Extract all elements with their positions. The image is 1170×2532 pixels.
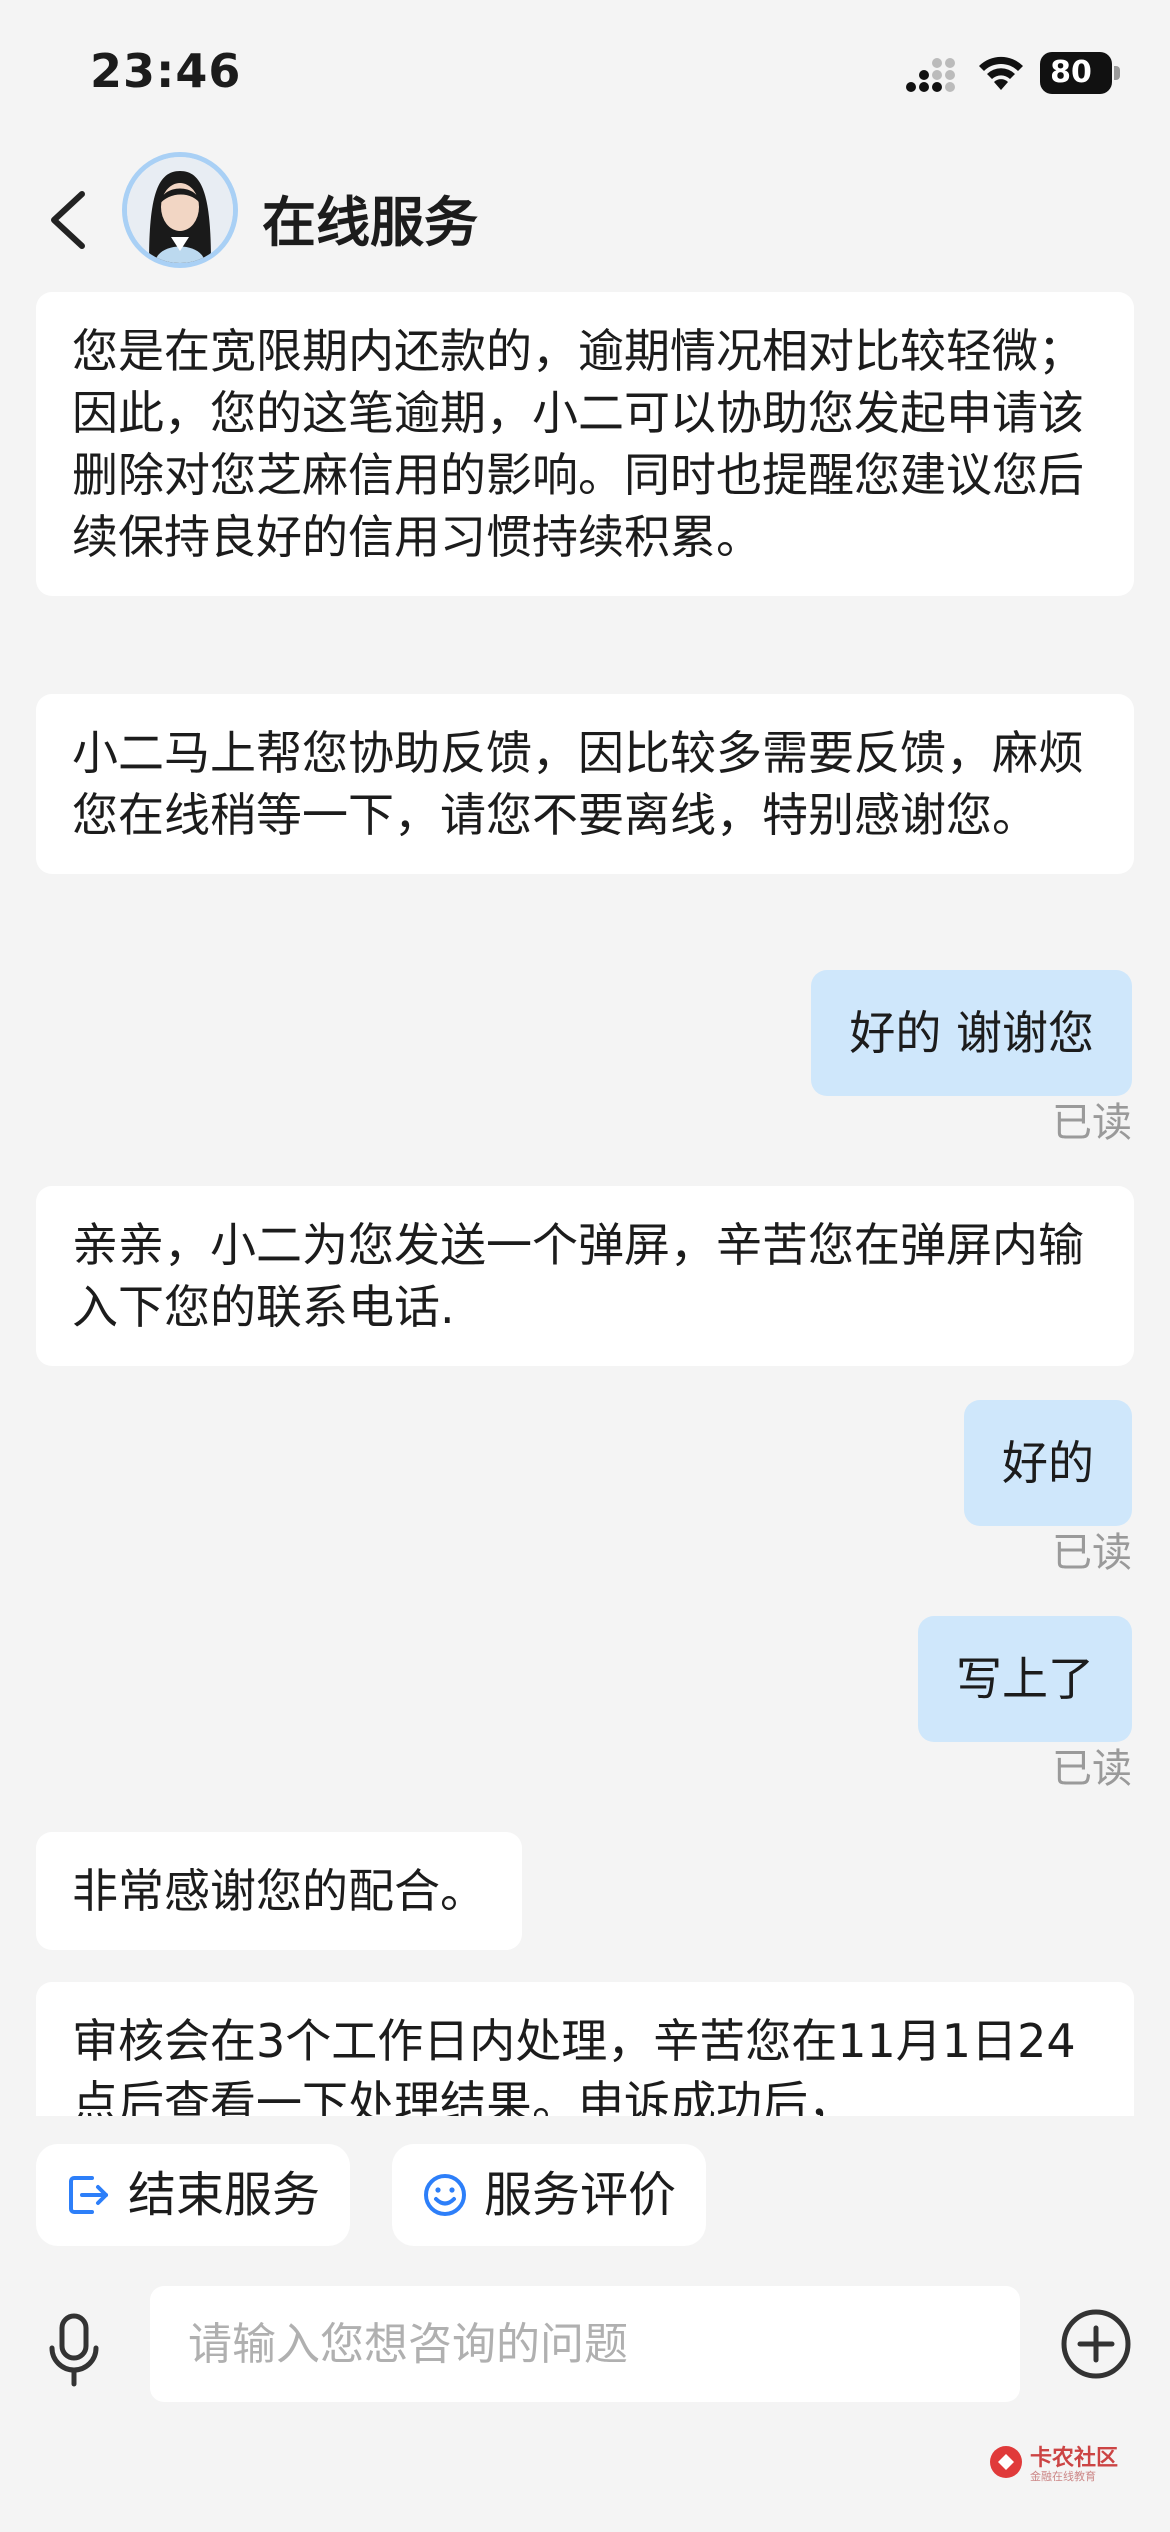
chat-screen: 23:46 80 在线服务 您是在宽限期内还款的，逾期情况相对比较轻微；因此，您… <box>0 0 1170 2532</box>
agent-message: 亲亲，小二为您发送一个弹屏，辛苦您在弹屏内输入下您的联系电话. <box>36 1186 1134 1366</box>
smile-icon <box>424 2174 466 2216</box>
watermark-logo-icon <box>990 2446 1022 2478</box>
plus-circle-icon[interactable] <box>1060 2308 1132 2380</box>
signal-icon <box>906 58 955 92</box>
agent-message: 小二马上帮您协助反馈，因比较多需要反馈，麻烦您在线稍等一下，请您不要离线，特别感… <box>36 694 1134 874</box>
watermark: 卡农社区 金融在线教育 <box>988 2440 1148 2490</box>
user-message: 好的 <box>964 1400 1132 1526</box>
agent-message: 审核会在3个工作日内处理，辛苦您在11月1日24点后查看一下处理结果。申诉成功后… <box>36 1982 1134 2116</box>
exit-icon <box>69 2176 108 2214</box>
battery-level: 80 <box>1050 55 1092 90</box>
wifi-icon <box>979 56 1023 90</box>
read-receipt: 已读 <box>1052 1530 1132 1576</box>
page-title: 在线服务 <box>262 191 478 254</box>
quick-actions: 结束服务 服务评价 <box>0 2144 1170 2248</box>
header: 在线服务 <box>0 140 1170 280</box>
agent-message: 非常感谢您的配合。 <box>36 1832 522 1950</box>
avatar[interactable] <box>122 152 238 268</box>
battery-icon: 80 <box>1040 52 1120 94</box>
status-bar: 23:46 80 <box>0 0 1170 140</box>
back-arrow-icon[interactable] <box>40 180 100 260</box>
read-receipt: 已读 <box>1052 1746 1132 1792</box>
rate-service-button[interactable]: 服务评价 <box>392 2144 707 2246</box>
agent-message: 您是在宽限期内还款的，逾期情况相对比较轻微；因此，您的这笔逾期，小二可以协助您发… <box>36 292 1134 596</box>
user-message: 好的 谢谢您 <box>811 970 1132 1096</box>
end-service-button[interactable]: 结束服务 <box>36 2144 351 2246</box>
user-message: 写上了 <box>918 1616 1132 1742</box>
status-time: 23:46 <box>90 44 242 98</box>
message-list[interactable]: 您是在宽限期内还款的，逾期情况相对比较轻微；因此，您的这笔逾期，小二可以协助您发… <box>0 280 1170 2116</box>
microphone-icon[interactable] <box>42 2310 106 2390</box>
end-service-label: 结束服务 <box>128 2167 321 2223</box>
read-receipt: 已读 <box>1052 1100 1132 1146</box>
watermark-subtitle: 金融在线教育 <box>1030 2470 1096 2483</box>
message-input[interactable] <box>150 2286 1020 2402</box>
input-bar <box>0 2270 1170 2420</box>
rate-service-label: 服务评价 <box>484 2167 677 2223</box>
